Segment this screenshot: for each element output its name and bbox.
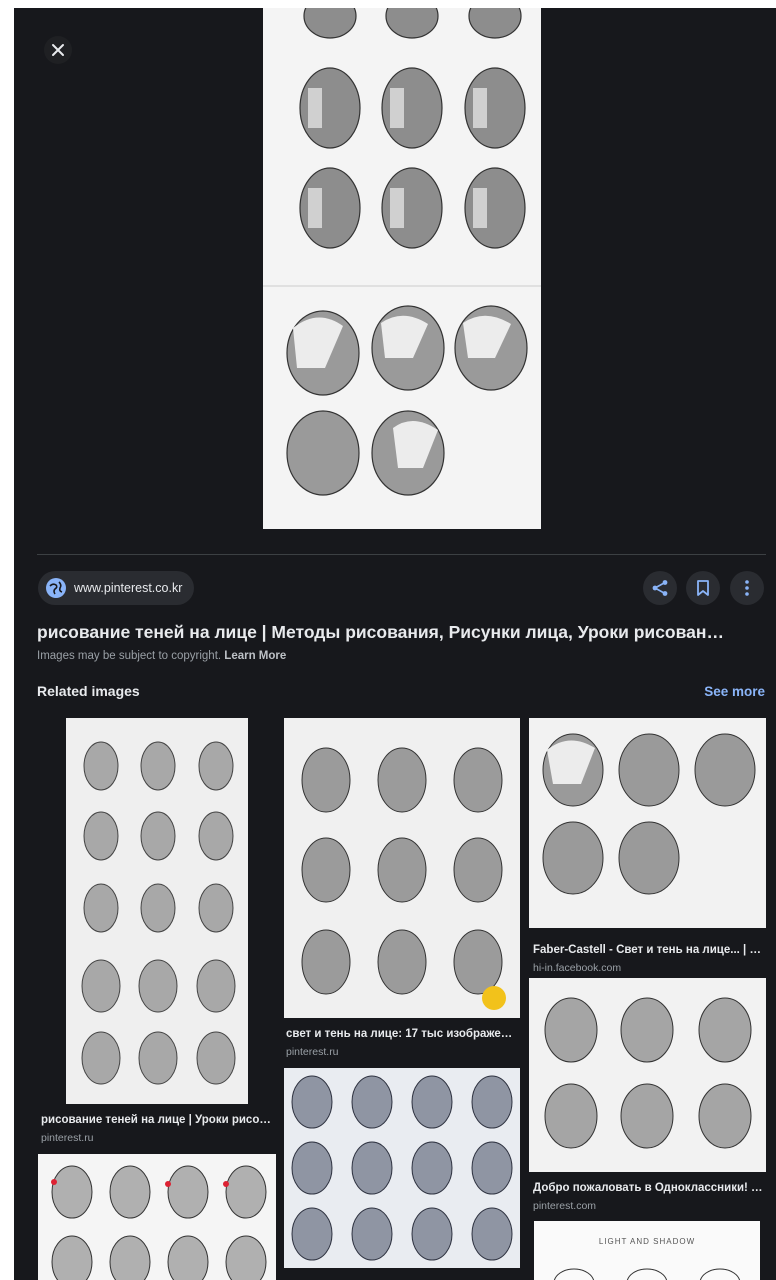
copyright-notice: Images may be subject to copyright. Lear…: [37, 650, 286, 662]
related-thumbnail: [529, 978, 766, 1172]
share-button[interactable]: [643, 571, 677, 605]
card-title: Faber-Castell - Свет и тень на лице... |…: [533, 944, 761, 956]
related-image-card[interactable]: свет и тень на лице: 17 тыс изображе… pi…: [284, 718, 520, 1058]
more-vertical-icon: [745, 580, 749, 596]
related-image-card[interactable]: [284, 1068, 520, 1280]
copyright-text: Images may be subject to copyright.: [37, 650, 222, 662]
face-shading-illustration: [263, 8, 541, 529]
bookmark-icon: [697, 580, 709, 596]
card-source: hi-in.facebook.com: [533, 962, 622, 974]
image-title[interactable]: рисование теней на лице | Методы рисован…: [37, 622, 767, 643]
related-thumbnail: [38, 1154, 276, 1280]
preview-image[interactable]: [263, 8, 541, 529]
related-image-card[interactable]: Добро пожаловать в Одноклассники! … pint…: [529, 978, 766, 1216]
card-source: pinterest.com: [533, 1200, 597, 1212]
globe-icon: [46, 578, 66, 598]
related-thumbnail: LIGHT AND SHADOW: [534, 1221, 760, 1280]
learn-more-link[interactable]: Learn More: [224, 650, 286, 662]
close-icon: [52, 44, 64, 56]
related-thumbnail: [66, 718, 248, 1104]
card-title: рисование теней на лице | Уроки рисо…: [41, 1114, 271, 1126]
source-domain: www.pinterest.co.kr: [74, 581, 183, 595]
related-image-card[interactable]: рисование теней на лице | Уроки рисо… pi…: [38, 718, 276, 1148]
close-button[interactable]: [44, 36, 72, 64]
see-more-link[interactable]: See more: [704, 684, 765, 699]
related-thumbnail: [284, 718, 520, 1018]
divider: [37, 554, 766, 555]
image-viewer-panel: www.pinterest.co.kr рисование теней на л…: [14, 8, 776, 1280]
share-icon: [652, 580, 668, 596]
save-button[interactable]: [686, 571, 720, 605]
related-image-card[interactable]: LIGHT AND SHADOW: [534, 1221, 760, 1280]
related-thumbnail: [284, 1068, 520, 1268]
related-image-card[interactable]: Faber-Castell - Свет и тень на лице... |…: [529, 718, 766, 974]
source-link[interactable]: www.pinterest.co.kr: [38, 571, 195, 605]
related-images-heading: Related images: [37, 683, 140, 699]
card-source: pinterest.ru: [286, 1046, 339, 1058]
more-options-button[interactable]: [730, 571, 764, 605]
card-title: свет и тень на лице: 17 тыс изображе…: [286, 1028, 513, 1040]
related-image-card[interactable]: [38, 1154, 276, 1280]
card-source: pinterest.ru: [41, 1132, 94, 1144]
card-title: Добро пожаловать в Одноклассники! …: [533, 1182, 763, 1194]
related-thumbnail: [529, 718, 766, 928]
